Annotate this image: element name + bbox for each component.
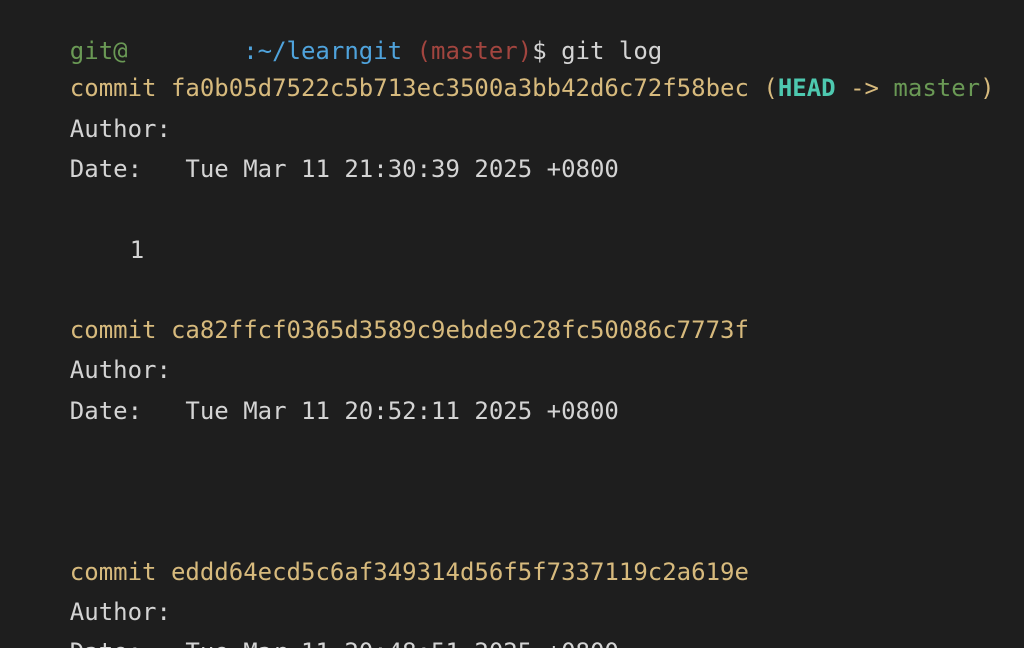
ref-open: ( bbox=[763, 74, 778, 102]
prompt-line: git@ :~/learngit (master)$ git log bbox=[12, 0, 662, 65]
date-line: Date: Tue Mar 11 20:52:11 2025 +0800 bbox=[12, 360, 619, 425]
commit-line: commit fa0b05d7522c5b713ec3500a3bb42d6c7… bbox=[12, 37, 995, 102]
commit-hash: eddd64ecd5c6af349314d56f5f7337119c2a619e bbox=[170, 558, 749, 586]
author-line: Author: bbox=[12, 561, 171, 626]
commit-message: 1 bbox=[72, 199, 144, 264]
commit-line: commit ca82ffcf0365d3589c9ebde9c28fc5008… bbox=[12, 279, 749, 344]
date-label: Date: bbox=[70, 638, 142, 648]
commit-hash: ca82ffcf0365d3589c9ebde9c28fc50086c7773f bbox=[170, 316, 749, 344]
date-line: Date: Tue Mar 11 20:48:51 2025 +0800 bbox=[12, 601, 619, 648]
author-line: Author: bbox=[12, 78, 171, 143]
date-value: Tue Mar 11 21:30:39 2025 +0800 bbox=[185, 155, 619, 183]
commit-line: commit eddd64ecd5c6af349314d56f5f7337119… bbox=[12, 521, 749, 586]
date-label: Date: bbox=[69, 155, 143, 183]
ref-close: ) bbox=[980, 74, 995, 102]
date-value: Tue Mar 11 20:48:51 2025 +0800 bbox=[185, 638, 618, 648]
author-line: Author: bbox=[12, 319, 171, 384]
date-line: Date: Tue Mar 11 21:30:39 2025 +0800 bbox=[12, 118, 619, 183]
commit-hash: fa0b05d7522c5b713ec3500a3bb42d6c72f58bec bbox=[170, 74, 749, 102]
terminal-window: git@ :~/learngit (master)$ git log commi… bbox=[0, 0, 1024, 648]
ref-head: HEAD bbox=[777, 74, 836, 102]
date-label: Date: bbox=[69, 397, 143, 425]
date-value: Tue Mar 11 20:52:11 2025 +0800 bbox=[185, 397, 619, 425]
ref-arrow: -> bbox=[835, 74, 894, 102]
message-text: 1 bbox=[129, 236, 145, 264]
ref-branch: master bbox=[893, 74, 981, 102]
